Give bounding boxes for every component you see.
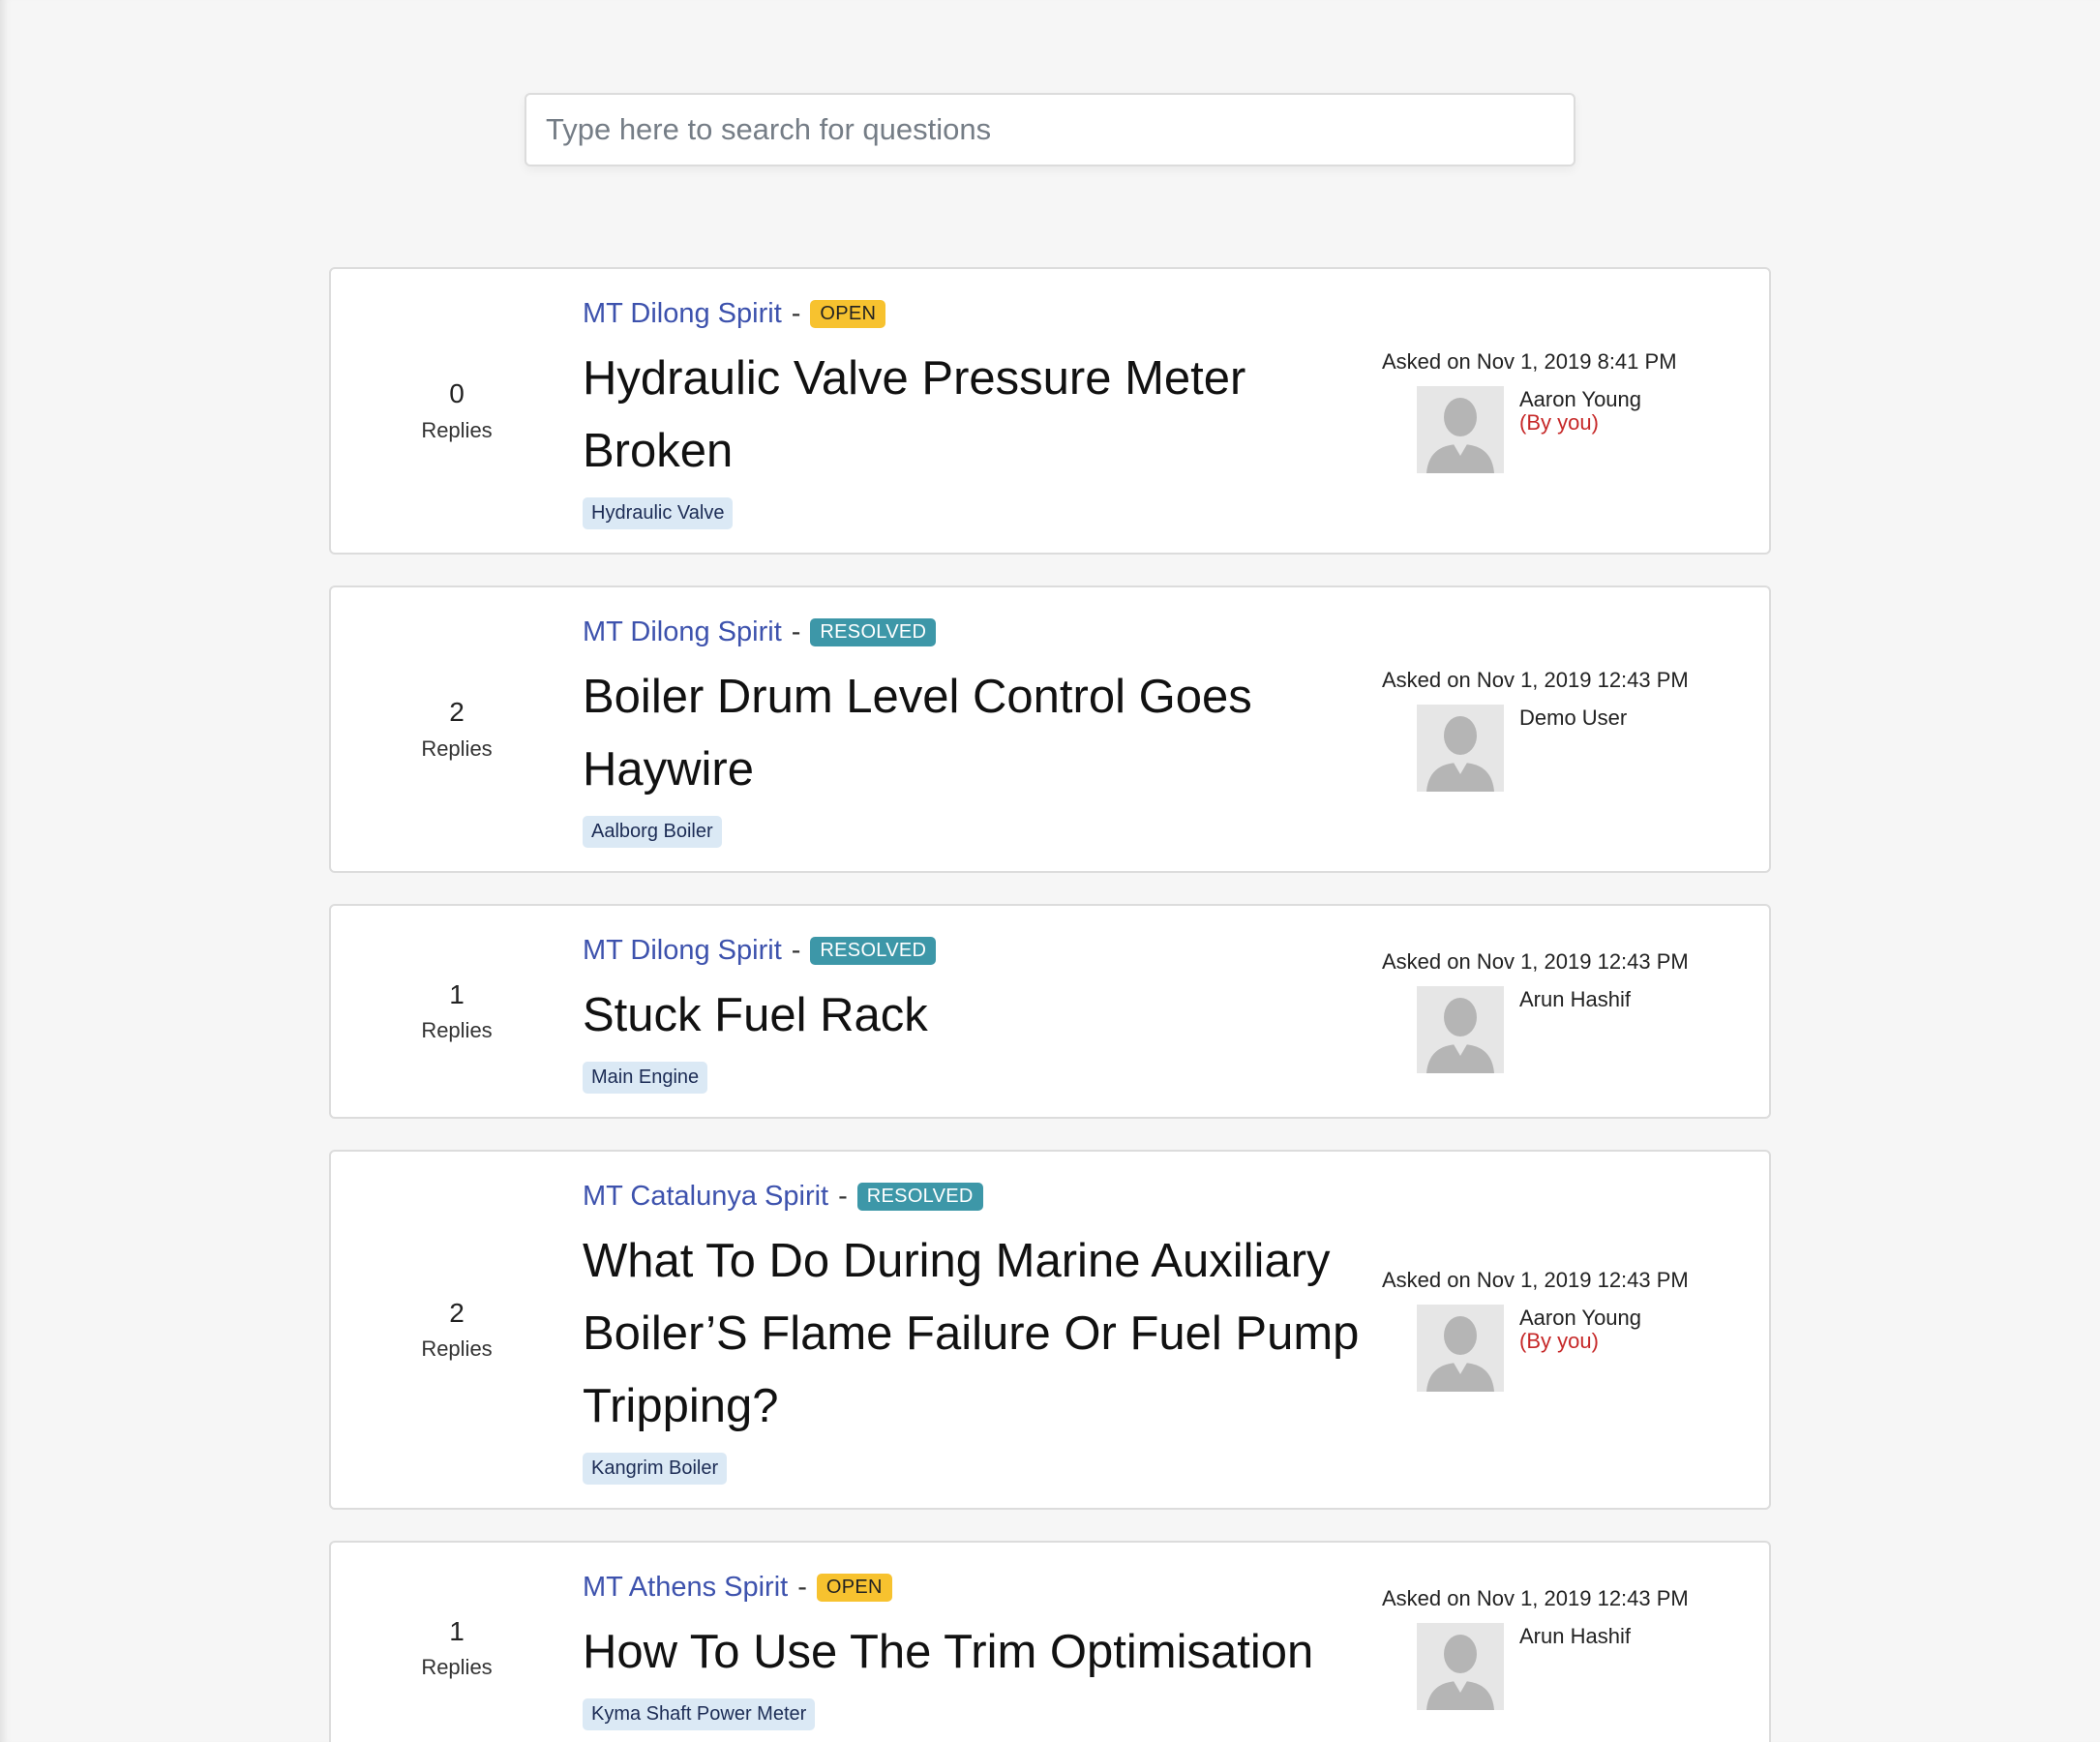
avatar-icon: [1417, 1623, 1504, 1710]
reply-label: Replies: [421, 417, 493, 442]
avatar-icon: [1417, 1305, 1504, 1392]
author-text: Aaron Young (By you): [1519, 1305, 1641, 1353]
ship-line: MT Athens Spirit - OPEN: [583, 1568, 1382, 1607]
reply-counter: 0 Replies: [331, 269, 583, 553]
search-input[interactable]: [525, 93, 1575, 166]
page: 0 Replies MT Dilong Spirit - OPEN Hydrau…: [0, 0, 2100, 1742]
by-you-label: (By you): [1519, 409, 1599, 435]
tag[interactable]: Hydraulic Valve: [583, 497, 734, 529]
question-meta: Asked on Nov 1, 2019 12:43 PM Arun Hashi…: [1382, 1543, 1769, 1742]
avatar-icon: [1417, 385, 1504, 473]
author-text: Demo User: [1519, 705, 1627, 730]
reply-label: Replies: [421, 1018, 493, 1042]
tag[interactable]: Kyma Shaft Power Meter: [583, 1698, 816, 1730]
reply-label: Replies: [421, 1337, 493, 1361]
question-main: MT Dilong Spirit - OPEN Hydraulic Valve …: [583, 269, 1382, 553]
question-card[interactable]: 2 Replies MT Catalunya Spirit - RESOLVED…: [329, 1150, 1771, 1510]
tag[interactable]: Kangrim Boiler: [583, 1453, 728, 1485]
asked-date: Asked on Nov 1, 2019 12:43 PM: [1382, 1268, 1689, 1292]
status-badge: RESOLVED: [856, 1182, 983, 1211]
question-card[interactable]: 2 Replies MT Dilong Spirit - RESOLVED Bo…: [329, 586, 1771, 873]
question-title[interactable]: Stuck Fuel Rack: [583, 979, 1376, 1052]
reply-count: 2: [449, 1297, 465, 1328]
question-card[interactable]: 1 Replies MT Athens Spirit - OPEN How To…: [329, 1541, 1771, 1742]
tag[interactable]: Aalborg Boiler: [583, 816, 722, 848]
question-title[interactable]: Boiler Drum Level Control Goes Haywire: [583, 661, 1376, 806]
avatar-icon: [1417, 986, 1504, 1073]
asked-date: Asked on Nov 1, 2019 12:43 PM: [1382, 1586, 1689, 1610]
reply-count: 1: [449, 1615, 465, 1646]
question-main: MT Catalunya Spirit - RESOLVED What To D…: [583, 1152, 1382, 1508]
ship-link[interactable]: MT Dilong Spirit: [583, 935, 782, 967]
question-title[interactable]: How To Use The Trim Optimisation: [583, 1616, 1376, 1689]
separator-dash: -: [791, 934, 801, 966]
author: Aaron Young (By you): [1382, 1305, 1711, 1392]
author-name[interactable]: Aaron Young: [1519, 1305, 1641, 1330]
separator-dash: -: [838, 1180, 848, 1212]
separator-dash: -: [797, 1571, 807, 1603]
question-title[interactable]: What To Do During Marine Auxiliary Boile…: [583, 1225, 1376, 1443]
ship-link[interactable]: MT Dilong Spirit: [583, 616, 782, 648]
avatar-icon: [1417, 704, 1504, 792]
reply-counter: 1 Replies: [331, 1543, 583, 1742]
ship-line: MT Catalunya Spirit - RESOLVED: [583, 1177, 1382, 1216]
reply-counter: 2 Replies: [331, 1152, 583, 1508]
question-main: MT Athens Spirit - OPEN How To Use The T…: [583, 1543, 1382, 1742]
question-card[interactable]: 0 Replies MT Dilong Spirit - OPEN Hydrau…: [329, 267, 1771, 555]
question-main: MT Dilong Spirit - RESOLVED Boiler Drum …: [583, 587, 1382, 871]
status-badge: RESOLVED: [810, 936, 937, 965]
question-main: MT Dilong Spirit - RESOLVED Stuck Fuel R…: [583, 906, 1382, 1117]
question-card[interactable]: 1 Replies MT Dilong Spirit - RESOLVED St…: [329, 904, 1771, 1119]
search-bar: [525, 93, 1575, 166]
by-you-label: (By you): [1519, 1329, 1599, 1354]
reply-count: 0: [449, 378, 465, 409]
asked-date: Asked on Nov 1, 2019 8:41 PM: [1382, 348, 1677, 374]
tag[interactable]: Main Engine: [583, 1062, 708, 1094]
question-list: 0 Replies MT Dilong Spirit - OPEN Hydrau…: [329, 267, 1771, 1742]
ship-line: MT Dilong Spirit - OPEN: [583, 294, 1382, 333]
reply-counter: 1 Replies: [331, 906, 583, 1117]
author-name[interactable]: Aaron Young: [1519, 386, 1641, 411]
ship-link[interactable]: MT Dilong Spirit: [583, 298, 782, 330]
asked-date: Asked on Nov 1, 2019 12:43 PM: [1382, 667, 1689, 692]
ship-line: MT Dilong Spirit - RESOLVED: [583, 931, 1382, 970]
ship-link[interactable]: MT Athens Spirit: [583, 1572, 788, 1604]
status-badge: OPEN: [816, 1573, 892, 1602]
question-meta: Asked on Nov 1, 2019 8:41 PM Aaron Young…: [1382, 269, 1769, 553]
author-name[interactable]: Demo User: [1519, 705, 1627, 730]
reply-label: Replies: [421, 736, 493, 761]
separator-dash: -: [791, 616, 801, 647]
ship-line: MT Dilong Spirit - RESOLVED: [583, 613, 1382, 651]
author: Arun Hashif: [1382, 1623, 1711, 1710]
reply-count: 1: [449, 978, 465, 1009]
author-text: Aaron Young (By you): [1519, 386, 1641, 435]
reply-count: 2: [449, 697, 465, 728]
question-title[interactable]: Hydraulic Valve Pressure Meter Broken: [583, 343, 1376, 488]
status-badge: OPEN: [810, 299, 886, 328]
separator-dash: -: [791, 297, 801, 329]
question-meta: Asked on Nov 1, 2019 12:43 PM Arun Hashi…: [1382, 906, 1769, 1117]
author: Demo User: [1382, 704, 1711, 792]
author: Aaron Young (By you): [1382, 385, 1711, 473]
reply-label: Replies: [421, 1655, 493, 1679]
author-name[interactable]: Arun Hashif: [1519, 1623, 1631, 1648]
question-meta: Asked on Nov 1, 2019 12:43 PM Aaron Youn…: [1382, 1152, 1769, 1508]
author-name[interactable]: Arun Hashif: [1519, 986, 1631, 1011]
status-badge: RESOLVED: [810, 617, 937, 646]
author-text: Arun Hashif: [1519, 986, 1631, 1011]
ship-link[interactable]: MT Catalunya Spirit: [583, 1181, 828, 1213]
question-meta: Asked on Nov 1, 2019 12:43 PM Demo User: [1382, 587, 1769, 871]
asked-date: Asked on Nov 1, 2019 12:43 PM: [1382, 949, 1689, 974]
author-text: Arun Hashif: [1519, 1623, 1631, 1648]
author: Arun Hashif: [1382, 986, 1711, 1073]
reply-counter: 2 Replies: [331, 587, 583, 871]
